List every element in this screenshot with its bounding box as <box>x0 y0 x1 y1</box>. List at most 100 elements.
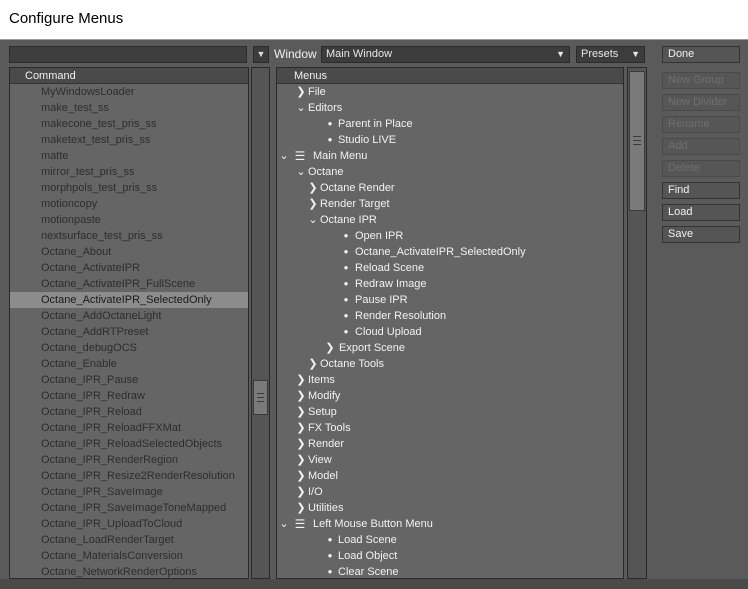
command-list-item[interactable]: makecone_test_pris_ss <box>10 116 248 132</box>
command-list-item[interactable]: Octane_IPR_RenderRegion <box>10 452 248 468</box>
chevron-right-icon[interactable]: ❯ <box>296 500 306 516</box>
chevron-right-icon[interactable]: ❯ <box>308 180 318 196</box>
new-divider-button[interactable]: New Divider <box>662 94 740 111</box>
command-list-item[interactable]: motionpaste <box>10 212 248 228</box>
menu-tree-item[interactable]: ❯ Utilities <box>277 500 623 516</box>
menu-tree-item[interactable]: ❯ Render Target <box>277 196 623 212</box>
menu-tree-item[interactable]: ⌄ Octane <box>277 164 623 180</box>
menu-tree-item[interactable]: ● Pause IPR <box>277 292 623 308</box>
chevron-down-icon[interactable]: ⌄ <box>279 148 289 164</box>
command-list-item[interactable]: Octane_AddOctaneLight <box>10 308 248 324</box>
chevron-right-icon[interactable]: ❯ <box>308 356 318 372</box>
command-list-item[interactable]: Octane_IPR_UploadToCloud <box>10 516 248 532</box>
menu-tree-item[interactable]: ❯ Octane Tools <box>277 356 623 372</box>
command-list-item[interactable]: Octane_ActivateIPR_FullScene <box>10 276 248 292</box>
chevron-down-icon[interactable]: ⌄ <box>296 100 306 116</box>
command-list-item[interactable]: Octane_IPR_Resize2RenderResolution <box>10 468 248 484</box>
menu-root-icon[interactable]: ☰ <box>294 148 306 164</box>
menu-tree-item[interactable]: ⌄ ☰ Left Mouse Button Menu <box>277 516 623 532</box>
command-list-item[interactable]: Octane_debugOCS <box>10 340 248 356</box>
menu-tree-item[interactable]: ● Octane_ActivateIPR_SelectedOnly <box>277 244 623 260</box>
command-list-item[interactable]: Octane_LoadRenderTarget <box>10 532 248 548</box>
command-list-item[interactable]: motioncopy <box>10 196 248 212</box>
chevron-right-icon[interactable]: ❯ <box>296 436 306 452</box>
command-list-item[interactable]: Octane_NetworkRenderOptions <box>10 564 248 578</box>
menu-tree-item[interactable]: ⌄ Editors <box>277 100 623 116</box>
chevron-right-icon[interactable]: ❯ <box>296 484 306 500</box>
menu-tree-item[interactable]: ❯ Items <box>277 372 623 388</box>
menu-tree-item[interactable]: ⌄ Octane IPR <box>277 212 623 228</box>
filter-dropdown-button[interactable]: ▼ <box>253 46 269 63</box>
chevron-right-icon[interactable]: ❯ <box>325 340 335 356</box>
menu-tree-item[interactable]: ● Clear Scene <box>277 564 623 578</box>
chevron-down-icon[interactable]: ⌄ <box>279 516 289 532</box>
chevron-right-icon[interactable]: ❯ <box>296 404 306 420</box>
menu-tree-item[interactable]: ⌄ ☰ Main Menu <box>277 148 623 164</box>
chevron-right-icon[interactable]: ❯ <box>296 452 306 468</box>
command-list-item[interactable]: Octane_IPR_SaveImageToneMapped <box>10 500 248 516</box>
chevron-right-icon[interactable]: ❯ <box>296 84 306 100</box>
command-list-item[interactable]: Octane_Enable <box>10 356 248 372</box>
command-list-item[interactable]: Octane_IPR_Reload <box>10 404 248 420</box>
command-list-item[interactable]: make_test_ss <box>10 100 248 116</box>
menu-tree-item[interactable]: ● Load Scene <box>277 532 623 548</box>
command-list-item[interactable]: Octane_ActivateIPR_SelectedOnly <box>10 292 248 308</box>
menu-tree-item[interactable]: ● Cloud Upload <box>277 324 623 340</box>
menu-tree-item[interactable]: ❯ Export Scene <box>277 340 623 356</box>
command-list-item[interactable]: Octane_About <box>10 244 248 260</box>
menu-tree-item[interactable]: ❯ Modify <box>277 388 623 404</box>
menu-tree-item[interactable]: ❯ Render <box>277 436 623 452</box>
menu-tree-item[interactable]: ● Load Object <box>277 548 623 564</box>
command-list-item[interactable]: Octane_IPR_Pause <box>10 372 248 388</box>
chevron-right-icon[interactable]: ❯ <box>296 420 306 436</box>
menu-tree-item[interactable]: ● Studio LIVE <box>277 132 623 148</box>
command-list-item[interactable]: matte <box>10 148 248 164</box>
menu-tree-item[interactable]: ❯ View <box>277 452 623 468</box>
add-button[interactable]: Add <box>662 138 740 155</box>
delete-button[interactable]: Delete <box>662 160 740 177</box>
command-list-item[interactable]: mirror_test_pris_ss <box>10 164 248 180</box>
save-button[interactable]: Save <box>662 226 740 243</box>
presets-select[interactable]: Presets ▼ <box>576 46 645 63</box>
menu-tree-scrollbar[interactable] <box>627 67 647 579</box>
chevron-right-icon[interactable]: ❯ <box>296 372 306 388</box>
menu-tree-item[interactable]: ❯ File <box>277 84 623 100</box>
menu-tree-item[interactable]: ❯ FX Tools <box>277 420 623 436</box>
chevron-right-icon[interactable]: ❯ <box>296 468 306 484</box>
menu-tree-item[interactable]: ❯ I/O <box>277 484 623 500</box>
command-scroll-thumb[interactable] <box>253 380 268 415</box>
menu-tree-item[interactable]: ● Render Resolution <box>277 308 623 324</box>
command-list-item[interactable]: Octane_AddRTPreset <box>10 324 248 340</box>
menu-tree-item[interactable]: ❯ Octane Render <box>277 180 623 196</box>
command-list[interactable]: Command MyWindowsLoader make_test_ss makec… <box>9 67 249 579</box>
menu-tree-item[interactable]: ❯ Setup <box>277 404 623 420</box>
rename-button[interactable]: Rename <box>662 116 740 133</box>
command-list-item[interactable]: Octane_IPR_SaveImage <box>10 484 248 500</box>
menu-tree-item[interactable]: ● Open IPR <box>277 228 623 244</box>
command-list-item[interactable]: Octane_IPR_ReloadFFXMat <box>10 420 248 436</box>
load-button[interactable]: Load <box>662 204 740 221</box>
chevron-right-icon[interactable]: ❯ <box>308 196 318 212</box>
menu-root-icon[interactable]: ☰ <box>294 516 306 532</box>
command-list-scrollbar[interactable] <box>251 67 270 579</box>
command-list-item[interactable]: morphpols_test_pris_ss <box>10 180 248 196</box>
chevron-down-icon[interactable]: ⌄ <box>308 212 318 228</box>
command-list-item[interactable]: Octane_MaterialsConversion <box>10 548 248 564</box>
menu-tree-item[interactable]: ● Redraw Image <box>277 276 623 292</box>
menu-tree-item[interactable]: ● Reload Scene <box>277 260 623 276</box>
menu-scroll-thumb[interactable] <box>629 71 645 211</box>
command-filter-input[interactable] <box>9 46 247 63</box>
menu-tree-item[interactable]: ● Parent in Place <box>277 116 623 132</box>
command-list-item[interactable]: maketext_test_pris_ss <box>10 132 248 148</box>
menu-tree-item[interactable]: ❯ Model <box>277 468 623 484</box>
chevron-down-icon[interactable]: ⌄ <box>296 164 306 180</box>
command-list-item[interactable]: MyWindowsLoader <box>10 84 248 100</box>
menu-tree[interactable]: Menus ❯ File ⌄ Editors ● Parent in Place ● Stud… <box>276 67 624 579</box>
command-list-item[interactable]: Octane_IPR_Redraw <box>10 388 248 404</box>
chevron-right-icon[interactable]: ❯ <box>296 388 306 404</box>
done-button[interactable]: Done <box>662 46 740 63</box>
window-select[interactable]: Main Window ▼ <box>321 46 570 63</box>
find-button[interactable]: Find <box>662 182 740 199</box>
command-list-item[interactable]: Octane_ActivateIPR <box>10 260 248 276</box>
command-list-item[interactable]: nextsurface_test_pris_ss <box>10 228 248 244</box>
